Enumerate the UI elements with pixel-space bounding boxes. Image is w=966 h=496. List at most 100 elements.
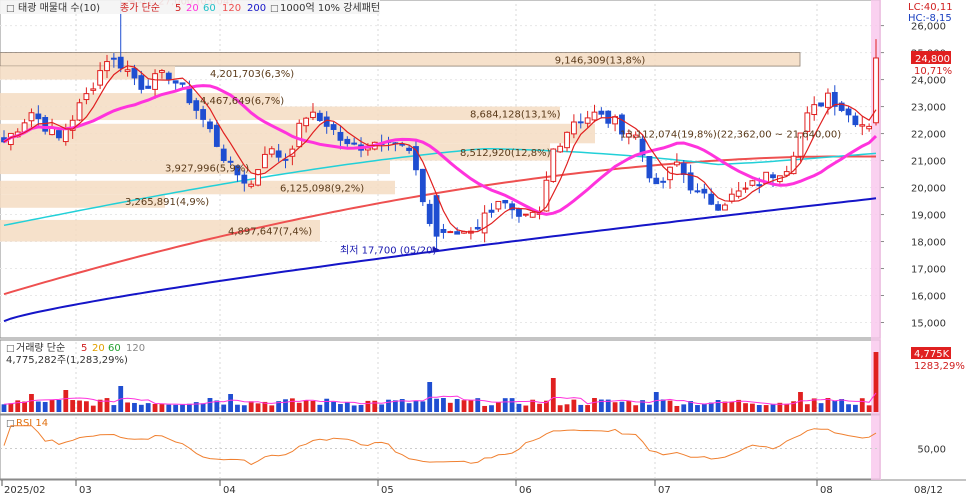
rsi-tick-label: 50,00 [917,445,946,456]
volume-bar [873,352,879,412]
candle-body [673,161,680,166]
legend-profile-note: 1000억 10% 강세패턴 [280,2,380,14]
volume-bar [289,398,295,412]
candle-body [42,117,49,132]
volume-bar [200,403,206,412]
volume-bar [846,404,851,412]
candle-body [735,190,742,197]
y-tick-label: 23,000 [911,103,946,114]
volume-pct-text: 1283,29% [914,361,965,372]
candle-body [715,204,721,211]
candle-body [570,121,577,135]
volume-bar [853,404,858,412]
volume-bar [489,405,494,412]
candle-body [179,82,186,85]
volume-profile-label: 4,467,649(6,7%) [200,96,284,107]
legend-box-icon: □ [6,344,15,354]
price-pct-text: 10,71% [914,66,952,77]
x-tick-label: 2025/02 [4,485,46,496]
volume-bar [283,399,288,412]
candle-body [275,150,282,158]
legend-box-icon: □ [270,4,279,14]
volume-legend-ma120: 120 [126,343,145,354]
volume-bar [90,405,96,412]
volume-bar [482,405,488,412]
volume-profile-label: 13,112,074(19,8%)(22,362,00 ~ 21,640,00) [620,130,841,141]
volume-bar [365,400,371,412]
volume-bar [722,401,728,412]
candle-body [426,203,433,224]
volume-bar [674,405,680,412]
candle-body [474,226,481,230]
x-tick-label: 06 [519,485,532,496]
volume-bar [420,401,426,412]
volume-bar [296,402,302,412]
volume-bar [70,400,76,412]
stock-chart: 26,00025,00024,00023,00022,00021,00020,0… [0,0,966,496]
candle-body [701,188,708,194]
legend-ma20: 20 [186,3,199,14]
volume-bar [763,405,769,412]
volume-bar [660,399,666,412]
volume-bar [104,398,110,412]
volume-bar [447,402,453,412]
volume-bar [502,398,508,412]
candle-body [598,110,605,115]
volume-bar [1,404,7,412]
volume-bar [454,399,460,412]
candle-body [440,228,447,233]
volume-bar [866,405,872,412]
x-tick-label: 03 [79,485,92,496]
volume-bar [550,378,556,412]
volume-bar [235,404,240,412]
candle-body [83,93,90,101]
candle-body [406,147,413,151]
volume-bar [63,390,69,412]
candle-body [351,142,358,145]
candle-body [419,168,426,203]
volume-bar [392,400,398,412]
y-tick-label: 19,000 [911,211,946,222]
volume-bar [859,398,865,412]
volume-bar [132,402,137,412]
legend-close-ma: 종가 단순 [120,2,160,14]
x-tick-label: 05 [381,485,394,496]
volume-bar [461,400,467,412]
candle-body [660,180,667,183]
volume-bar [173,404,179,412]
volume-bar [516,403,522,412]
candle-body [62,128,69,143]
volume-bar [612,402,618,412]
candle-body [818,102,824,107]
candle-body [172,80,179,84]
candle-body [255,169,261,186]
candle-body [708,193,715,205]
legend-ma120: 120 [222,3,241,14]
candle-body [28,112,35,122]
low-annotation: 최저 17,700 (05/20) [340,245,436,257]
candle-body [825,92,831,108]
volume-bar [159,404,165,412]
candle-body [296,122,303,148]
x-tick-label: 04 [223,485,236,496]
candle-body [213,124,220,147]
volume-profile-label: 3,265,891(4,9%) [125,197,209,208]
x-tick-label: 07 [658,485,671,496]
candle-body [330,124,337,130]
candle-body [316,112,323,121]
candle-body [138,75,145,90]
volume-bar [633,405,639,412]
volume-bar [22,401,27,412]
volume-profile-label: 6,125,098(9,2%) [280,184,364,195]
candle-body [241,174,248,184]
candle-body [248,183,255,187]
volume-profile-label: 4,897,647(7,4%) [228,227,312,238]
candle-body [165,72,172,80]
y-tick-label: 16,000 [911,292,946,303]
volume-bar [344,402,350,412]
volume-bar [331,401,336,412]
candle-body [495,200,502,210]
candle-body [76,102,83,121]
volume-bar [338,404,343,412]
volume-bar [770,404,776,412]
